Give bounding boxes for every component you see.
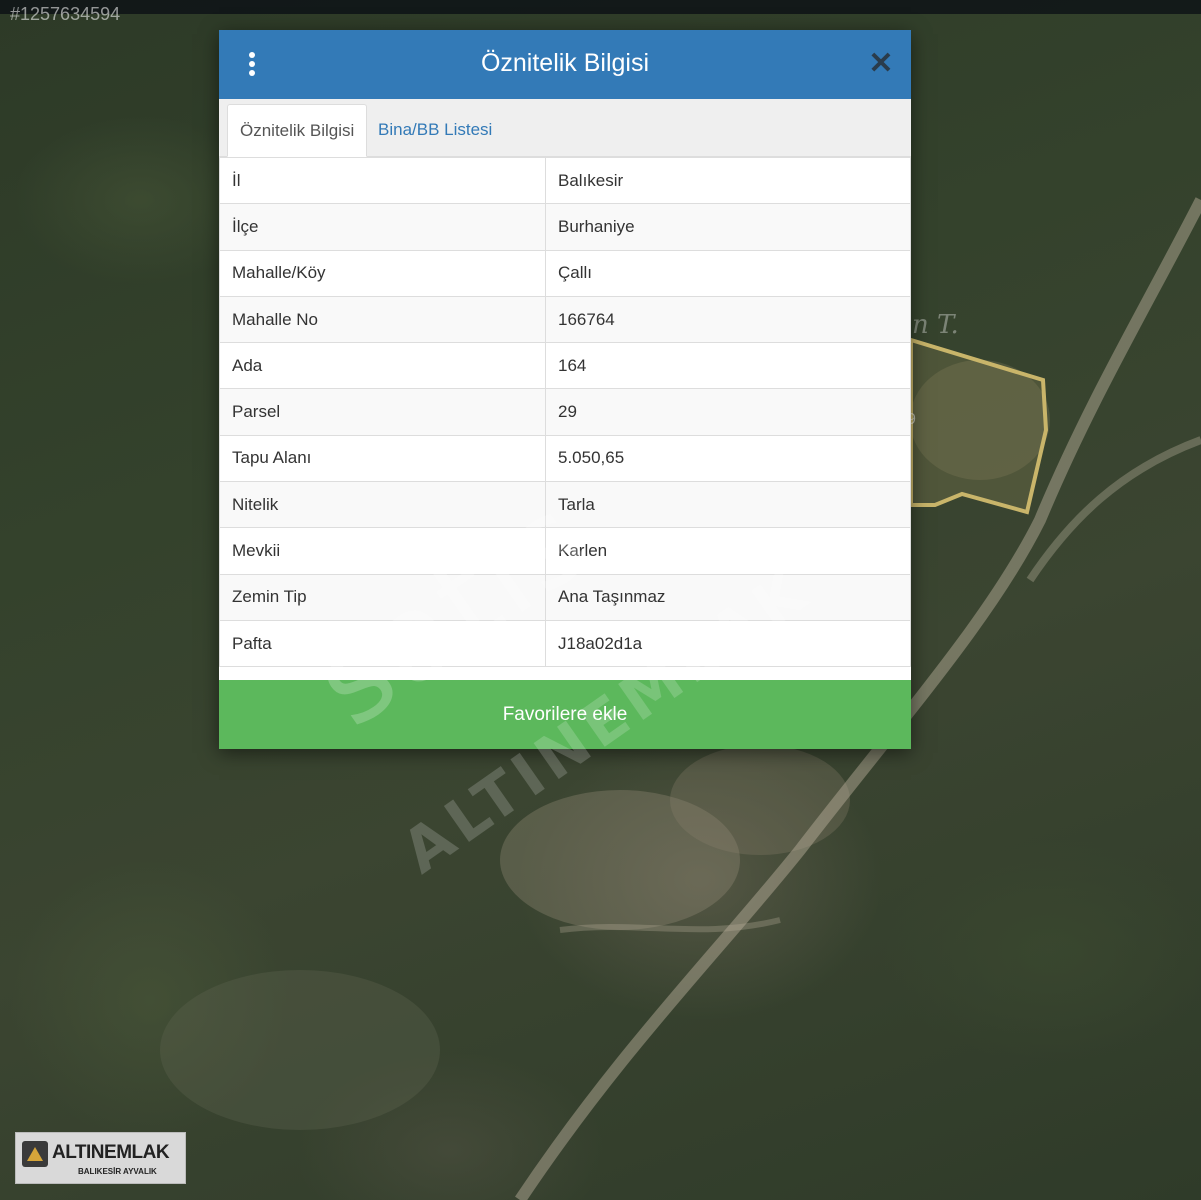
attribute-table: İl Balıkesir İlçe Burhaniye Mahalle/Köy …	[219, 156, 911, 668]
row-key: Mahalle No	[219, 295, 546, 344]
row-key: Ada	[219, 342, 546, 390]
row-value: Burhaniye	[545, 203, 911, 251]
row-key: Nitelik	[219, 481, 546, 529]
tab-bar: Öznitelik Bilgisi Bina/BB Listesi	[219, 99, 911, 157]
logo-subtitle: BALIKESİR AYVALIK	[78, 1167, 157, 1176]
table-row: Zemin Tip Ana Taşınmaz	[219, 573, 911, 621]
row-value: Çallı	[545, 249, 911, 297]
tab-building-list[interactable]: Bina/BB Listesi	[366, 104, 504, 157]
row-value: 166764	[545, 295, 911, 344]
logo-name: ALTINEMLAK	[52, 1142, 170, 1163]
row-value: Balıkesir	[545, 156, 911, 205]
row-key: Mevkii	[219, 527, 546, 575]
table-row: Pafta J18a02d1a	[219, 619, 911, 668]
modal-header: Öznitelik Bilgisi ✕	[219, 30, 911, 99]
row-key: Tapu Alanı	[219, 434, 546, 483]
row-key: Parsel	[219, 388, 546, 436]
row-value: Tarla	[545, 481, 911, 529]
table-row: Parsel 29	[219, 388, 911, 436]
row-value: J18a02d1a	[545, 619, 911, 668]
row-value: 29	[545, 388, 911, 436]
table-row: İlçe Burhaniye	[219, 203, 911, 251]
row-value: Ana Taşınmaz	[545, 573, 911, 621]
table-row: Mahalle/Köy Çallı	[219, 249, 911, 297]
table-row: Mahalle No 166764	[219, 295, 911, 344]
close-icon[interactable]: ✕	[867, 49, 895, 79]
row-key: Zemin Tip	[219, 573, 546, 621]
table-row: Ada 164	[219, 342, 911, 390]
add-to-favorites-button[interactable]: Favorilere ekle	[219, 680, 911, 749]
row-value: Karlen	[545, 527, 911, 575]
row-key: Pafta	[219, 619, 546, 668]
parcel-label: n T.	[912, 310, 959, 340]
table-row: Nitelik Tarla	[219, 481, 911, 529]
brand-logo: ALTINEMLAK BALIKESİR AYVALIK	[15, 1132, 186, 1184]
row-value: 164	[545, 342, 911, 390]
row-key: İl	[219, 156, 546, 205]
parcel-boundary	[909, 337, 1049, 515]
row-key: İlçe	[219, 203, 546, 251]
row-value: 5.050,65	[545, 434, 911, 483]
top-bar	[0, 0, 1201, 14]
table-row: Tapu Alanı 5.050,65	[219, 434, 911, 483]
table-row: İl Balıkesir	[219, 156, 911, 205]
logo-icon	[22, 1141, 48, 1167]
attribute-info-modal: Öznitelik Bilgisi ✕ Öznitelik Bilgisi Bi…	[219, 30, 911, 749]
listing-id: #1257634594	[10, 4, 121, 24]
table-row: Mevkii Karlen	[219, 527, 911, 575]
modal-title: Öznitelik Bilgisi	[480, 49, 650, 77]
tab-attribute-info[interactable]: Öznitelik Bilgisi	[227, 104, 368, 157]
row-key: Mahalle/Köy	[219, 249, 546, 297]
